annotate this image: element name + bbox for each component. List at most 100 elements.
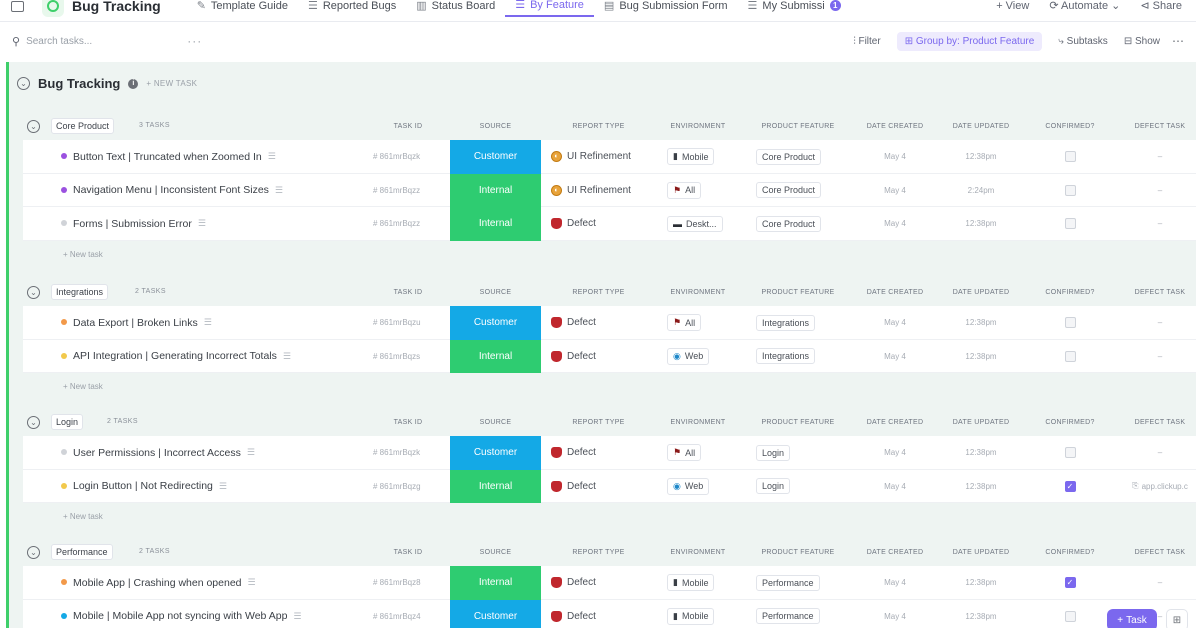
confirmed-checkbox[interactable]: ✓ — [1064, 577, 1076, 589]
status-dot[interactable] — [61, 186, 67, 193]
confirmed-checkbox[interactable] — [1064, 610, 1076, 622]
date-updated[interactable]: 12:38pm — [949, 566, 1013, 600]
task-row[interactable]: Login Button | Not Redirecting ☰ # 861mrBq… — [23, 469, 1196, 504]
collapse-list-icon[interactable]: ⌄ — [17, 77, 30, 90]
tab-by-feature[interactable]: ☰ By Feature — [505, 0, 594, 17]
status-dot[interactable] — [61, 612, 67, 619]
report-type-cell[interactable]: ◐ UI Refinement — [551, 140, 646, 174]
column-header[interactable]: REPORT TYPE — [551, 549, 646, 556]
date-updated[interactable]: 12:38pm — [949, 600, 1013, 628]
add-task-link[interactable]: + New task — [63, 382, 103, 391]
report-type-cell[interactable]: Defect — [551, 470, 646, 504]
date-created[interactable]: May 4 — [863, 470, 927, 504]
column-header[interactable]: REPORT TYPE — [551, 289, 646, 296]
status-dot[interactable] — [61, 579, 67, 585]
status-dot[interactable] — [61, 482, 67, 489]
column-header[interactable]: DATE CREATED — [853, 549, 937, 556]
tab-status-board[interactable]: ▥ Status Board — [406, 0, 505, 17]
defect-task-cell[interactable]: – — [1121, 566, 1196, 600]
product-feature-cell[interactable]: Performance — [756, 566, 836, 600]
source-cell[interactable]: Internal — [450, 469, 541, 503]
column-header[interactable]: SOURCE — [450, 549, 541, 556]
column-header[interactable]: PRODUCT FEATURE — [748, 549, 848, 556]
defect-task-cell[interactable]: – — [1121, 140, 1196, 174]
source-cell[interactable]: Customer — [450, 599, 541, 628]
column-header[interactable]: REPORT TYPE — [551, 123, 646, 130]
confirmed-checkbox[interactable] — [1064, 151, 1076, 163]
product-feature-cell[interactable]: Core Product — [756, 174, 836, 208]
source-cell[interactable]: Internal — [450, 207, 541, 241]
status-dot[interactable] — [61, 153, 67, 159]
date-created[interactable]: May 4 — [863, 436, 927, 470]
environment-cell[interactable]: ⚑ All — [667, 436, 727, 470]
task-row[interactable]: Mobile | Mobile App not syncing with Web… — [23, 599, 1196, 628]
column-header[interactable]: ENVIRONMENT — [648, 123, 748, 130]
product-feature-cell[interactable]: Performance — [756, 600, 836, 628]
task-name-cell[interactable]: Forms | Submission Error ☰ — [73, 207, 206, 241]
task-name[interactable]: Login Button | Not Redirecting — [73, 480, 213, 492]
confirmed-checkbox[interactable]: ✓ — [1064, 480, 1076, 492]
group-by-button[interactable]: ⊞ Group by: Product Feature — [896, 31, 1043, 51]
column-header[interactable]: TASK ID — [373, 549, 443, 556]
new-task-link[interactable]: + NEW TASK — [146, 79, 197, 88]
report-type-cell[interactable]: ◐ UI Refinement — [551, 174, 646, 208]
confirmed-checkbox[interactable] — [1064, 350, 1076, 362]
column-header[interactable]: SOURCE — [450, 289, 541, 296]
task-name[interactable]: Data Export | Broken Links — [73, 317, 198, 329]
environment-cell[interactable]: ▮ Mobile — [667, 566, 727, 600]
column-header[interactable]: DATE CREATED — [853, 123, 937, 130]
environment-cell[interactable]: ◉ Web — [667, 470, 727, 504]
environment-cell[interactable]: ◉ Web — [667, 340, 727, 374]
report-type-cell[interactable]: Defect — [551, 436, 646, 470]
environment-cell[interactable]: ⚑ All — [667, 306, 727, 340]
date-updated[interactable]: 2:24pm — [949, 174, 1013, 208]
group-name[interactable]: Integrations — [51, 284, 109, 300]
source-cell[interactable]: Internal — [450, 566, 541, 600]
date-created[interactable]: May 4 — [863, 207, 927, 241]
product-feature-cell[interactable]: Core Product — [756, 140, 836, 174]
status-dot[interactable] — [61, 319, 67, 325]
date-updated[interactable]: 12:38pm — [949, 470, 1013, 504]
report-type-cell[interactable]: Defect — [551, 306, 646, 340]
column-header[interactable]: PRODUCT FEATURE — [748, 289, 848, 296]
confirmed-cell[interactable] — [1033, 340, 1107, 374]
column-header[interactable]: DATE CREATED — [853, 419, 937, 426]
confirmed-cell[interactable]: ✓ — [1033, 566, 1107, 600]
search-input[interactable]: ⚲ Search tasks... — [0, 35, 92, 48]
date-created[interactable]: May 4 — [863, 566, 927, 600]
column-header[interactable]: ENVIRONMENT — [648, 289, 748, 296]
confirmed-checkbox[interactable] — [1064, 218, 1076, 230]
task-row[interactable]: Button Text | Truncated when Zoomed In ☰ #… — [23, 140, 1196, 174]
show-button[interactable]: ⊟ Show — [1124, 36, 1160, 47]
share-button[interactable]: ⊲ Share — [1140, 0, 1182, 12]
task-row[interactable]: Mobile App | Crashing when opened ☰ # 861m… — [23, 566, 1196, 600]
defect-task-cell[interactable]: – — [1121, 340, 1196, 374]
task-name-cell[interactable]: Navigation Menu | Inconsistent Font Size… — [73, 174, 283, 208]
task-row[interactable]: API Integration | Generating Incorrect T… — [23, 339, 1196, 374]
confirmed-cell[interactable] — [1033, 600, 1107, 628]
task-name[interactable]: Forms | Submission Error — [73, 218, 192, 230]
source-cell[interactable]: Customer — [450, 306, 541, 340]
add-task-fab[interactable]: + Task — [1107, 609, 1157, 628]
task-name-cell[interactable]: User Permissions | Incorrect Access ☰ — [73, 436, 255, 470]
column-header[interactable]: ENVIRONMENT — [648, 419, 748, 426]
confirmed-cell[interactable] — [1033, 306, 1107, 340]
date-updated[interactable]: 12:38pm — [949, 207, 1013, 241]
task-row[interactable]: Forms | Submission Error ☰ # 861mrBqzz Inte… — [23, 207, 1196, 241]
date-created[interactable]: May 4 — [863, 174, 927, 208]
date-created[interactable]: May 4 — [863, 600, 927, 628]
tab-my-submissi[interactable]: ☰ My Submissi 1 — [738, 0, 851, 17]
group-name[interactable]: Login — [51, 414, 84, 430]
status-dot[interactable] — [61, 220, 67, 226]
task-name[interactable]: Navigation Menu | Inconsistent Font Size… — [73, 184, 269, 196]
column-header[interactable]: DATE CREATED — [853, 289, 937, 296]
task-row[interactable]: Navigation Menu | Inconsistent Font Size… — [23, 173, 1196, 208]
column-header[interactable]: TASK ID — [373, 419, 443, 426]
report-type-cell[interactable]: Defect — [551, 566, 646, 600]
task-name[interactable]: User Permissions | Incorrect Access — [73, 447, 241, 459]
tab-reported-bugs[interactable]: ☰ Reported Bugs — [298, 0, 406, 17]
product-feature-cell[interactable]: Login — [756, 470, 836, 504]
source-cell[interactable]: Customer — [450, 140, 541, 174]
task-name-cell[interactable]: Login Button | Not Redirecting ☰ — [73, 470, 227, 504]
group-name[interactable]: Core Product — [51, 118, 115, 134]
